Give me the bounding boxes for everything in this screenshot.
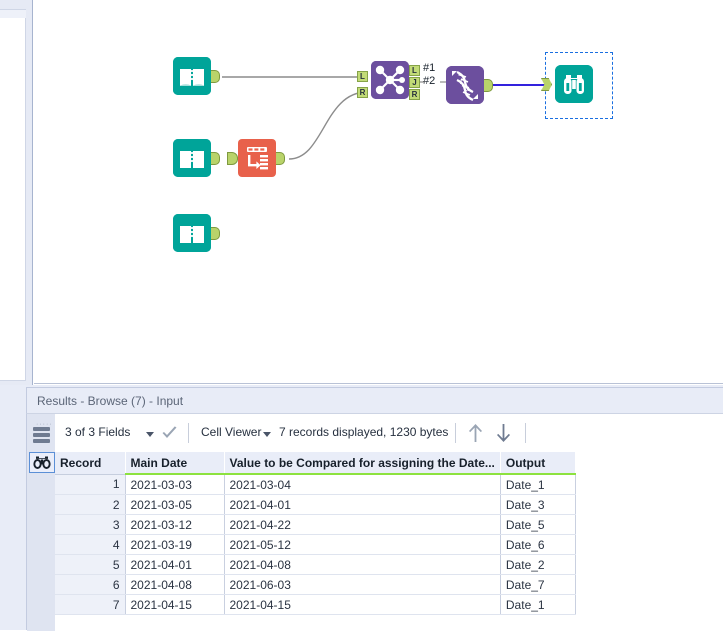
results-left-gutter: ····· — [27, 414, 55, 631]
anchor-input1-output[interactable] — [211, 70, 220, 83]
cell-main[interactable]: 2021-03-12 — [125, 514, 225, 535]
tool-transpose[interactable] — [238, 139, 276, 177]
results-toolbar: 3 of 3 Fields Cell Viewer 7 records disp… — [55, 414, 723, 452]
cell-output[interactable]: Date_3 — [500, 494, 576, 515]
fields-count-label[interactable]: 3 of 3 Fields — [65, 425, 130, 439]
anchor-input3-output[interactable] — [211, 227, 220, 240]
join-icon — [371, 61, 409, 99]
records-displayed-label: 7 records displayed, 1230 bytes — [279, 425, 449, 439]
cell-value[interactable]: 2021-06-03 — [224, 574, 501, 595]
toolbar-separator-3 — [525, 423, 526, 443]
cell-value[interactable]: 2021-03-04 — [224, 474, 501, 495]
cell-value[interactable]: 2021-04-22 — [224, 514, 501, 535]
cell-main[interactable]: 2021-04-01 — [125, 554, 225, 575]
table-row[interactable]: 6 2021-04-08 2021-06-03 Date_7 — [55, 574, 576, 595]
table-header-row: Record Main Date Value to be Compared for … — [55, 452, 576, 475]
cell-value[interactable]: 2021-04-15 — [224, 594, 501, 615]
cell-main[interactable]: 2021-03-19 — [125, 534, 225, 555]
table-row[interactable]: 7 2021-04-15 2021-04-15 Date_1 — [55, 594, 576, 615]
column-header-record[interactable]: Record — [55, 452, 126, 475]
column-header-main[interactable]: Main Date — [125, 452, 225, 475]
cell-output[interactable]: Date_6 — [500, 534, 576, 555]
cell-output[interactable]: Date_1 — [500, 594, 576, 615]
cell-main[interactable]: 2021-03-05 — [125, 494, 225, 515]
book-icon — [173, 57, 211, 95]
left-dock-panel-header — [0, 10, 26, 18]
cell-record[interactable]: 2 — [55, 494, 126, 515]
data-table: Record Main Date Value to be Compared for … — [55, 452, 576, 615]
left-dock-panel-surface — [0, 9, 26, 381]
tool-browse[interactable] — [555, 65, 593, 103]
grid-layout-icon[interactable]: ····· — [31, 420, 52, 448]
arrow-down-icon[interactable] — [495, 422, 512, 444]
anchor-transpose-output[interactable] — [276, 152, 285, 165]
tool-multi-row-formula[interactable]: 1 2 — [446, 66, 484, 104]
chevron-down-icon[interactable] — [146, 432, 154, 437]
cell-record[interactable]: 6 — [55, 574, 126, 595]
table-row[interactable]: 2 2021-03-05 2021-04-01 Date_3 — [55, 494, 576, 515]
anchor-input2-output[interactable] — [211, 152, 220, 165]
table-row[interactable]: 3 2021-03-12 2021-04-22 Date_5 — [55, 514, 576, 535]
anchor-join-input-left[interactable]: L — [357, 71, 368, 82]
cell-output[interactable]: Date_2 — [500, 554, 576, 575]
workflow-canvas[interactable]: L R L J R #1 #2 1 2 — [34, 0, 723, 384]
cell-record[interactable]: 3 — [55, 514, 126, 535]
column-header-value[interactable]: Value to be Compared for assigning the D… — [224, 452, 501, 475]
results-title: Results - Browse (7) - Input — [37, 394, 184, 408]
table-row[interactable]: 1 2021-03-03 2021-03-04 Date_1 — [55, 474, 576, 495]
connection-transpose-to-join-right[interactable] — [288, 91, 368, 160]
chevron-down-icon[interactable] — [263, 432, 271, 437]
tool-input-data-3[interactable] — [173, 214, 211, 252]
anchor-join-input-right[interactable]: R — [357, 87, 368, 98]
cell-record[interactable]: 1 — [55, 474, 126, 495]
helix-icon: 1 2 — [446, 66, 484, 104]
cell-main[interactable]: 2021-04-15 — [125, 594, 225, 615]
book-icon — [173, 139, 211, 177]
cell-main[interactable]: 2021-04-08 — [125, 574, 225, 595]
results-body: ····· 3 of 3 Fields Cell Viewer 7 record… — [26, 413, 723, 631]
results-pane: Results - Browse (7) - Input ····· 3 of … — [0, 385, 723, 631]
cell-output[interactable]: Date_1 — [500, 474, 576, 495]
toolbar-separator-2 — [455, 423, 456, 443]
cell-value[interactable]: 2021-04-01 — [224, 494, 501, 515]
table-row[interactable]: 4 2021-03-19 2021-05-12 Date_6 — [55, 534, 576, 555]
anchor-multirow-output[interactable] — [484, 79, 493, 92]
toolbar-separator-1 — [188, 423, 189, 443]
grid-browse-corner-button[interactable] — [29, 452, 55, 473]
tool-join[interactable] — [371, 61, 409, 99]
cell-value[interactable]: 2021-05-12 — [224, 534, 501, 555]
arrow-up-icon[interactable] — [467, 422, 484, 444]
tool-input-data-1[interactable] — [173, 57, 211, 95]
transpose-icon — [241, 141, 273, 175]
tool-input-data-2[interactable] — [173, 139, 211, 177]
column-header-output[interactable]: Output — [500, 452, 576, 475]
anchor-transpose-input[interactable] — [227, 152, 238, 165]
cell-record[interactable]: 4 — [55, 534, 126, 555]
results-titlebar[interactable]: Results - Browse (7) - Input — [26, 387, 723, 413]
cell-record[interactable]: 7 — [55, 594, 126, 615]
table-row[interactable]: 5 2021-04-01 2021-04-08 Date_2 — [55, 554, 576, 575]
results-data-grid[interactable]: Record Main Date Value to be Compared for … — [55, 452, 723, 631]
book-icon — [173, 214, 211, 252]
cell-main[interactable]: 2021-03-03 — [125, 474, 225, 495]
cell-value[interactable]: 2021-04-08 — [224, 554, 501, 575]
cell-output[interactable]: Date_7 — [500, 574, 576, 595]
join-output-stubs — [420, 81, 446, 83]
cell-record[interactable]: 5 — [55, 554, 126, 575]
cell-viewer-label[interactable]: Cell Viewer — [201, 425, 261, 439]
binoculars-icon — [555, 65, 593, 103]
cell-output[interactable]: Date_5 — [500, 514, 576, 535]
left-dock-panel — [0, 0, 33, 388]
binoculars-icon — [33, 456, 51, 469]
connection-lines — [222, 76, 546, 160]
checkmark-icon[interactable] — [161, 426, 178, 441]
